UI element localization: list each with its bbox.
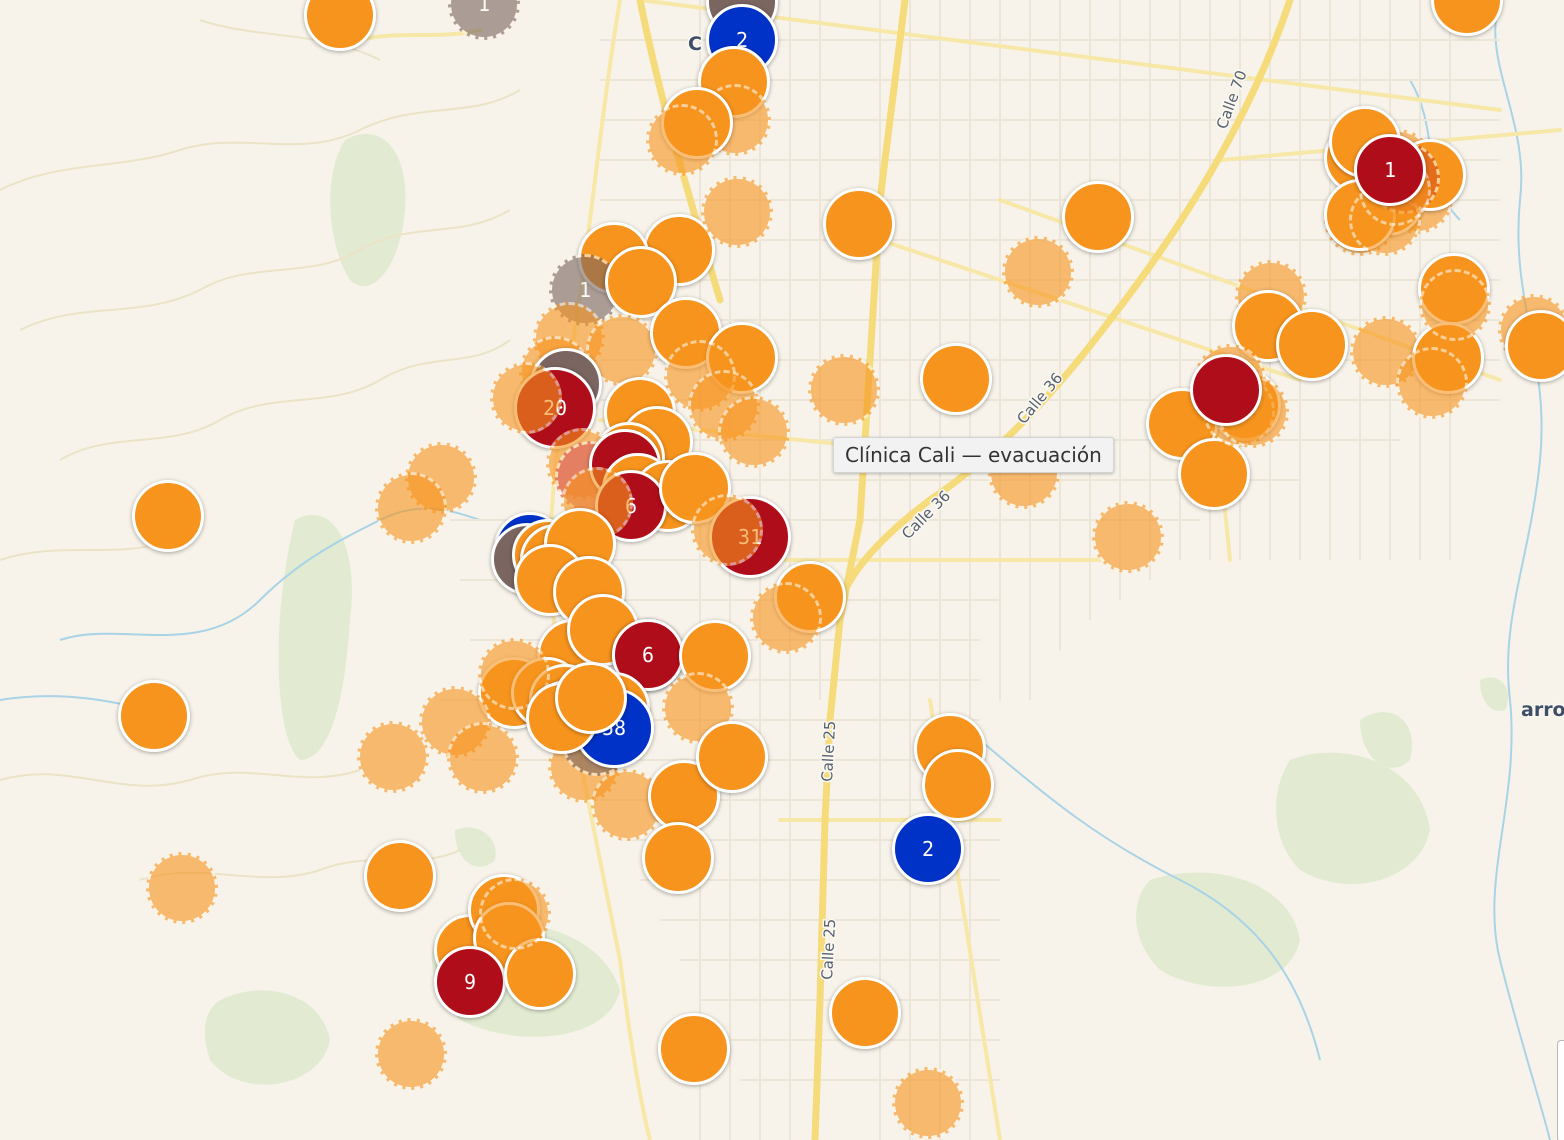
map-marker-red[interactable] (1190, 354, 1262, 426)
map-marker-red-9[interactable]: 9 (434, 946, 506, 1018)
map-marker-orange[interactable] (1396, 347, 1468, 419)
map-marker-orange[interactable] (479, 878, 551, 950)
map-marker-orange[interactable] (718, 396, 790, 468)
map-marker-orange[interactable] (808, 354, 880, 426)
map-marker-orange[interactable] (823, 188, 895, 260)
map-marker-orange[interactable] (375, 472, 447, 544)
map-marker-orange[interactable] (447, 722, 519, 794)
map-marker-orange[interactable] (920, 343, 992, 415)
map-marker-orange[interactable] (364, 840, 436, 912)
place-label-top: C (688, 33, 702, 55)
map-marker-blue-2[interactable]: 2 (892, 813, 964, 885)
map-marker-orange[interactable] (750, 582, 822, 654)
map-marker-orange[interactable] (1276, 309, 1348, 381)
map-marker-orange[interactable] (701, 176, 773, 248)
map-marker-orange[interactable] (892, 1067, 964, 1139)
map-marker-orange[interactable] (646, 104, 718, 176)
road-label-calle-25-upper: Calle 25 (818, 720, 839, 782)
map-marker-orange[interactable] (1002, 236, 1074, 308)
map-marker-orange[interactable] (642, 822, 714, 894)
map-marker-orange[interactable] (146, 852, 218, 924)
map-marker-orange[interactable] (1178, 438, 1250, 510)
map-side-control[interactable] (1557, 1040, 1564, 1140)
map-marker-orange[interactable] (555, 662, 627, 734)
map-marker-orange[interactable] (118, 680, 190, 752)
map-marker-red-1[interactable]: 1 (1354, 134, 1426, 206)
map-view[interactable]: Calle 70 Calle 36 Calle 36 Calle 25 Call… (0, 0, 1564, 1140)
map-marker-orange[interactable] (132, 480, 204, 552)
map-marker-orange[interactable] (375, 1018, 447, 1090)
map-marker-orange[interactable] (658, 1013, 730, 1085)
road-label-calle-25-lower: Calle 25 (818, 918, 839, 980)
place-label-right: arro (1521, 699, 1564, 721)
map-marker-orange[interactable] (922, 749, 994, 821)
map-marker-orange[interactable] (1419, 269, 1491, 341)
map-marker-orange[interactable] (829, 977, 901, 1049)
map-marker-orange[interactable] (1062, 181, 1134, 253)
map-marker-orange[interactable] (691, 494, 763, 566)
map-marker-orange[interactable] (1092, 501, 1164, 573)
marker-tooltip: Clínica Cali — evacuación (833, 437, 1114, 473)
map-marker-orange[interactable] (357, 721, 429, 793)
map-marker-orange[interactable] (696, 721, 768, 793)
map-marker-orange[interactable] (490, 362, 562, 434)
